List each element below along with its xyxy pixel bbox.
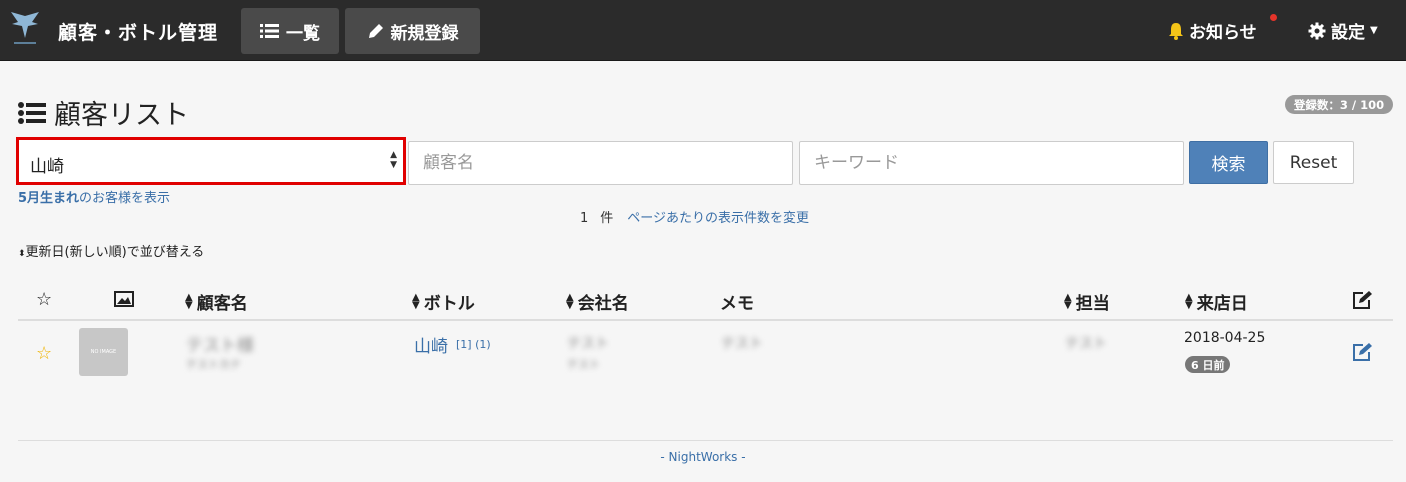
visit-date-header-label: 来店日 — [1196, 294, 1248, 314]
customer-name-header-label: 顧客名 — [196, 294, 248, 314]
visit-ago-badge: 6 日前 — [1185, 356, 1231, 373]
favorite-column-header[interactable]: ☆ — [36, 289, 52, 310]
company-sub-cell: テスト — [567, 358, 600, 371]
top-navbar: 顧客・ボトル管理 一覧 新規登録 お知らせ 設定 ▼ — [0, 0, 1406, 61]
notice-label: お知らせ — [1189, 23, 1257, 43]
nav-new-button[interactable]: 新規登録 — [345, 8, 480, 54]
table-footer-divider — [18, 440, 1393, 441]
registered-count-badge: 登録数：3 / 100 — [1285, 95, 1393, 114]
star-outline-icon: ☆ — [36, 289, 53, 310]
settings-label: 設定 — [1331, 23, 1365, 43]
edit-icon[interactable] — [1351, 342, 1373, 362]
bottle-select[interactable]: 山崎 ▲ ▼ — [16, 137, 406, 185]
notice-menu[interactable]: お知らせ — [1168, 18, 1257, 43]
table-header-divider — [18, 319, 1393, 321]
footer-text: - NightWorks - — [660, 450, 746, 464]
page-title: 顧客リスト — [18, 93, 189, 132]
bottle-select-value: 山崎 — [30, 157, 64, 177]
brand-title[interactable]: 顧客・ボトル管理 — [58, 18, 218, 45]
pencil-icon — [368, 24, 383, 38]
settings-menu[interactable]: 設定 ▼ — [1308, 18, 1378, 43]
staff-column-header[interactable]: ▲ ▼ 担当 — [1064, 289, 1110, 314]
page-title-text: 顧客リスト — [54, 100, 189, 131]
birthday-link-text: のお客様を表示 — [79, 191, 171, 206]
list-icon — [18, 101, 46, 124]
result-unit: 件 — [600, 211, 614, 226]
edit-column-header — [1351, 290, 1373, 310]
reset-button[interactable]: Reset — [1273, 141, 1354, 184]
sort-link-text: 更新日(新しい順)で並び替える — [25, 245, 205, 260]
visit-date-column-header[interactable]: ▲ ▼ 来店日 — [1185, 289, 1248, 314]
keyword-input[interactable]: キーワード — [799, 141, 1184, 185]
company-header-label: 会社名 — [577, 294, 629, 314]
company-cell: テスト — [567, 336, 609, 352]
bell-icon — [1169, 22, 1183, 40]
bottle-counts: [1] (1) — [456, 338, 491, 351]
sort-icon: ▲ ▼ — [1064, 291, 1072, 311]
staff-cell: テスト — [1065, 336, 1107, 352]
nav-list-button[interactable]: 一覧 — [241, 8, 339, 54]
nav-list-label: 一覧 — [286, 23, 320, 44]
sort-icon: ▲ ▼ — [185, 291, 193, 311]
bottle-column-header[interactable]: ▲ ▼ ボトル — [412, 289, 475, 314]
nightworks-logo-icon[interactable] — [8, 10, 42, 48]
birthday-month: 5月生まれ — [18, 191, 80, 206]
edit-icon — [1353, 291, 1372, 309]
sort-icon: ▲ ▼ — [566, 291, 574, 311]
paging-info: 1 件ページあたりの表示件数を変更 — [580, 207, 809, 226]
list-icon — [260, 24, 279, 38]
birthday-filter-link[interactable]: 5月生まれのお客様を表示 — [18, 187, 170, 206]
image-icon — [114, 291, 134, 307]
bottle-link[interactable]: 山崎 — [414, 332, 448, 357]
sort-icon: ▲ ▼ — [1185, 291, 1193, 311]
favorite-star-icon[interactable]: ☆ — [36, 343, 52, 364]
memo-cell: テスト — [721, 336, 763, 352]
memo-header-label: メモ — [720, 294, 754, 314]
notice-unread-dot — [1270, 14, 1277, 21]
sort-by-updated-link[interactable]: ⬍更新日(新しい順)で並び替える — [18, 241, 204, 260]
company-column-header[interactable]: ▲ ▼ 会社名 — [566, 289, 629, 314]
image-column-header — [114, 291, 134, 307]
per-page-link[interactable]: ページあたりの表示件数を変更 — [627, 211, 809, 226]
sort-icon: ⬍ — [18, 249, 26, 259]
caret-down-icon: ▼ — [1370, 25, 1378, 36]
select-arrows-icon: ▲ ▼ — [390, 150, 397, 170]
result-count: 1 — [580, 211, 589, 226]
customer-name-column-header[interactable]: ▲ ▼ 顧客名 — [185, 289, 248, 314]
customer-kana-cell: テストカナ — [186, 358, 241, 371]
sort-icon: ▲ ▼ — [412, 291, 420, 311]
nav-new-label: 新規登録 — [390, 23, 459, 44]
bottle-header-label: ボトル — [423, 294, 475, 314]
memo-column-header: メモ — [720, 289, 754, 314]
customer-name-cell[interactable]: テスト様 — [186, 331, 254, 356]
gear-icon — [1308, 22, 1326, 39]
customer-name-input[interactable]: 顧客名 — [408, 141, 793, 185]
search-button[interactable]: 検索 — [1189, 141, 1268, 184]
staff-header-label: 担当 — [1075, 294, 1110, 314]
visit-date-cell: 2018-04-25 — [1184, 330, 1266, 346]
customer-no-image: NO IMAGE — [79, 328, 128, 376]
